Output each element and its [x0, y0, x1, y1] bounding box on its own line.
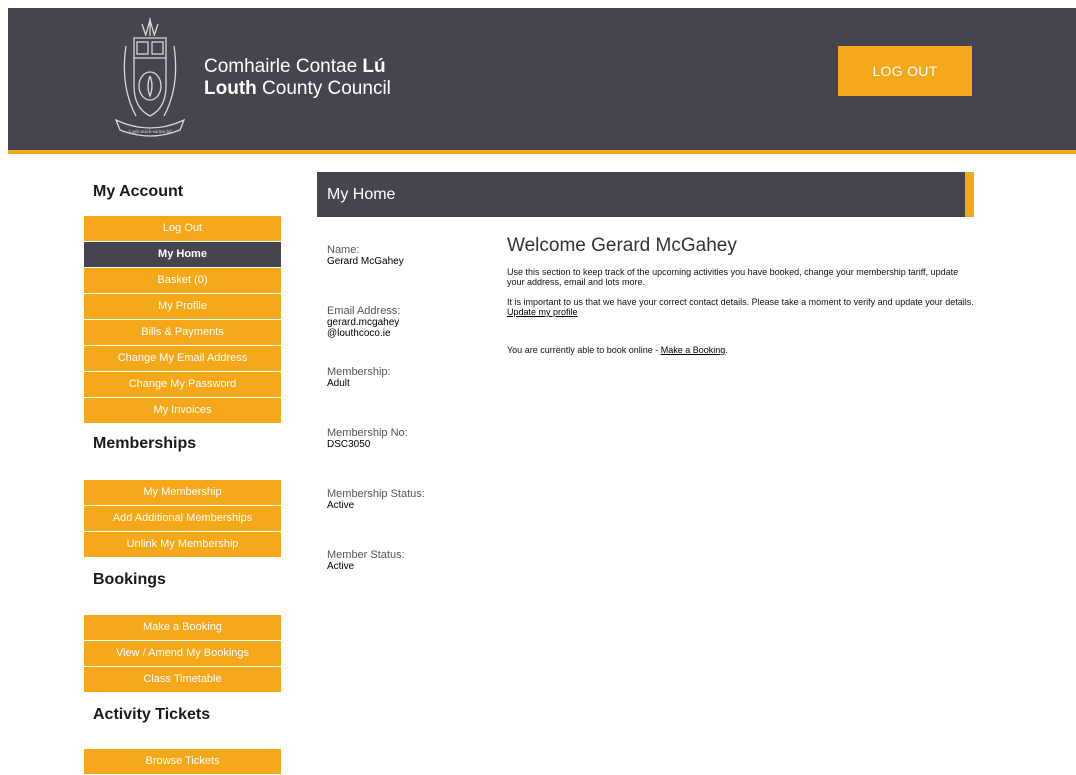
field-label: Membership Status:: [327, 488, 425, 500]
sidebar-item-my-invoices[interactable]: My Invoices: [84, 398, 281, 423]
sidebar-item-make-booking[interactable]: Make a Booking: [84, 615, 281, 640]
profile-field-membership: Membership: Adult: [327, 366, 477, 427]
sidebar-item-unlink-membership[interactable]: Unlink My Membership: [84, 532, 281, 557]
account-menu: Log Out My Home Basket (0) My Profile Bi…: [84, 216, 281, 423]
field-value: DSC3050: [327, 439, 371, 450]
tickets-menu: Browse Tickets: [84, 749, 281, 774]
sidebar-item-basket[interactable]: Basket (0): [84, 268, 281, 293]
sidebar-item-my-home[interactable]: My Home: [84, 242, 281, 267]
sidebar-item-bills-payments[interactable]: Bills & Payments: [84, 320, 281, 345]
profile-details: Name: Gerard McGahey Email Address: gera…: [327, 244, 477, 610]
sidebar-heading-my-account: My Account: [93, 183, 184, 200]
brand-title: Comhairle Contae Lú Louth County Council: [204, 56, 391, 99]
sidebar-item-my-profile[interactable]: My Profile: [84, 294, 281, 319]
sidebar-item-change-password[interactable]: Change My Password: [84, 372, 281, 397]
sidebar-item-amend-bookings[interactable]: View / Amend My Bookings: [84, 641, 281, 666]
field-value: Adult: [327, 378, 350, 389]
field-label: Membership:: [327, 366, 391, 378]
field-label: Email Address:: [327, 305, 401, 317]
header-logout-button[interactable]: LOG OUT: [838, 46, 972, 96]
field-label: Name:: [327, 244, 360, 256]
field-value-continued: @louthcoco.ie: [327, 328, 391, 339]
sidebar-item-browse-tickets[interactable]: Browse Tickets: [84, 749, 281, 774]
field-value: Active: [327, 561, 355, 572]
field-label: Membership No:: [327, 427, 408, 439]
sidebar-item-add-memberships[interactable]: Add Additional Memberships: [84, 506, 281, 531]
svg-text:Lugh seach-saileachd: Lugh seach-saileachd: [128, 130, 172, 135]
sidebar: My Account Log Out My Home Basket (0) My…: [84, 172, 281, 775]
sidebar-item-log-out[interactable]: Log Out: [84, 216, 281, 241]
field-value: gerard.mcgahey: [327, 317, 400, 328]
profile-field-membership-no: Membership No: DSC3050: [327, 427, 477, 488]
profile-field-member-status: Member Status: Active: [327, 549, 477, 610]
county-crest-logo: Lugh seach-saileachd: [114, 18, 186, 137]
welcome-heading: Welcome Gerard McGahey: [507, 235, 737, 256]
sidebar-item-class-timetable[interactable]: Class Timetable: [84, 667, 281, 692]
sidebar-item-change-email[interactable]: Change My Email Address: [84, 346, 281, 371]
profile-field-email: Email Address: gerard.mcgahey @louthcoco…: [327, 305, 477, 366]
profile-field-membership-status: Membership Status: Active: [327, 488, 477, 549]
site-header: Lugh seach-saileachd Comhairle Contae Lú…: [8, 8, 1076, 154]
field-value: Active: [327, 500, 355, 511]
booking-text: You are currently able to book online - …: [507, 345, 728, 355]
welcome-section: Welcome Gerard McGahey Use this section …: [507, 235, 977, 365]
intro-text: Use this section to keep track of the up…: [507, 267, 959, 287]
memberships-menu: My Membership Add Additional Memberships…: [84, 480, 281, 557]
contact-details-text: It is important to us that we have your …: [507, 297, 974, 317]
page-title-bar: My Home: [317, 172, 974, 217]
sidebar-item-my-membership[interactable]: My Membership: [84, 480, 281, 505]
sidebar-heading-bookings: Bookings: [93, 571, 166, 588]
update-profile-link[interactable]: Update my profile: [507, 307, 578, 317]
bookings-menu: Make a Booking View / Amend My Bookings …: [84, 615, 281, 692]
field-value: Gerard McGahey: [327, 256, 404, 267]
sidebar-heading-memberships: Memberships: [93, 435, 197, 452]
profile-field-name: Name: Gerard McGahey: [327, 244, 477, 305]
make-booking-link[interactable]: Make a Booking: [661, 345, 726, 355]
field-label: Member Status:: [327, 549, 405, 561]
page-title: My Home: [327, 186, 396, 203]
sidebar-heading-activity-tickets: Activity Tickets: [93, 706, 211, 723]
